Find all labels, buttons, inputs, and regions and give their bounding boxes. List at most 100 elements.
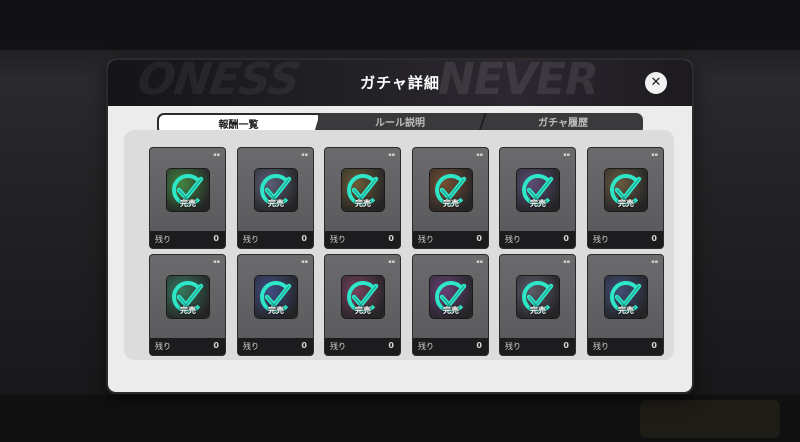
background-top-bar: [0, 0, 800, 50]
reward-item-thumbnail: 完売: [430, 276, 472, 318]
card-tag: ▪▪: [476, 152, 483, 158]
remaining-label: 残り: [593, 342, 609, 351]
tab-label: ルール説明: [375, 118, 425, 129]
remaining-label: 残り: [330, 342, 346, 351]
remaining-label: 残り: [243, 235, 259, 244]
background-decoration: [640, 400, 780, 438]
reward-item-thumbnail: 完売: [255, 276, 297, 318]
card-footer: 残り 0: [588, 231, 663, 248]
reward-card[interactable]: ▪▪ 完売 残り 0: [238, 148, 313, 248]
remaining-count: 0: [651, 234, 657, 243]
card-footer: 残り 0: [238, 231, 313, 248]
reward-card[interactable]: ▪▪ 完売 残り 0: [325, 255, 400, 355]
card-footer: 残り 0: [150, 231, 225, 248]
remaining-count: 0: [563, 341, 569, 350]
card-body: ▪▪ 完売: [325, 255, 400, 338]
card-tag: ▪▪: [301, 259, 308, 265]
card-tag: ▪▪: [563, 259, 570, 265]
card-body: ▪▪ 完売: [238, 148, 313, 231]
card-tag: ▪▪: [563, 152, 570, 158]
sold-out-label: 完売: [443, 199, 459, 208]
card-footer: 残り 0: [325, 231, 400, 248]
card-footer: 残り 0: [238, 338, 313, 355]
reward-card[interactable]: ▪▪ 完売 残り 0: [150, 255, 225, 355]
card-body: ▪▪ 完売: [150, 148, 225, 231]
remaining-count: 0: [651, 341, 657, 350]
card-body: ▪▪ 完売: [413, 255, 488, 338]
reward-card[interactable]: ▪▪ 完売 残り 0: [500, 148, 575, 248]
card-tag: ▪▪: [388, 152, 395, 158]
sold-out-label: 完売: [355, 199, 371, 208]
tab-label: ガチャ履歴: [538, 118, 588, 129]
sold-out-label: 完売: [443, 306, 459, 315]
remaining-label: 残り: [418, 342, 434, 351]
card-tag: ▪▪: [476, 259, 483, 265]
reward-card[interactable]: ▪▪ 完売 残り 0: [588, 148, 663, 248]
card-tag: ▪▪: [388, 259, 395, 265]
reward-item-thumbnail: 完売: [605, 276, 647, 318]
gacha-detail-modal: ONESS NEVER ガチャ詳細 ✕ 報酬一覧 ルール説明 ガチャ履歴 ▪▪: [108, 60, 692, 392]
reward-item-thumbnail: 完売: [167, 276, 209, 318]
reward-item-thumbnail: 完売: [517, 169, 559, 211]
remaining-count: 0: [563, 234, 569, 243]
card-tag: ▪▪: [651, 259, 658, 265]
remaining-label: 残り: [505, 235, 521, 244]
remaining-label: 残り: [243, 342, 259, 351]
card-body: ▪▪ 完売: [500, 255, 575, 338]
remaining-count: 0: [388, 234, 394, 243]
card-body: ▪▪ 完売: [238, 255, 313, 338]
reward-card[interactable]: ▪▪ 完売 残り 0: [413, 255, 488, 355]
reward-item-thumbnail: 完売: [167, 169, 209, 211]
close-icon: ✕: [650, 75, 662, 90]
sold-out-label: 完売: [180, 199, 196, 208]
remaining-label: 残り: [418, 235, 434, 244]
remaining-count: 0: [213, 341, 219, 350]
card-footer: 残り 0: [150, 338, 225, 355]
reward-card[interactable]: ▪▪ 完売 残り 0: [238, 255, 313, 355]
card-body: ▪▪ 完売: [588, 255, 663, 338]
card-footer: 残り 0: [413, 231, 488, 248]
remaining-label: 残り: [155, 342, 171, 351]
sold-out-label: 完売: [180, 306, 196, 315]
reward-item-thumbnail: 完売: [342, 276, 384, 318]
card-tag: ▪▪: [213, 259, 220, 265]
remaining-count: 0: [301, 341, 307, 350]
reward-item-thumbnail: 完売: [342, 169, 384, 211]
card-tag: ▪▪: [213, 152, 220, 158]
modal-title: ガチャ詳細: [360, 74, 440, 92]
remaining-count: 0: [476, 234, 482, 243]
close-button[interactable]: ✕: [645, 72, 667, 94]
reward-item-thumbnail: 完売: [605, 169, 647, 211]
card-body: ▪▪ 完売: [500, 148, 575, 231]
card-body: ▪▪ 完売: [588, 148, 663, 231]
sold-out-label: 完売: [618, 199, 634, 208]
remaining-count: 0: [301, 234, 307, 243]
reward-card[interactable]: ▪▪ 完売 残り 0: [150, 148, 225, 248]
rewards-grid: ▪▪ 完売 残り 0 ▪▪ 完売 残り 0 ▪▪ 完売 残り 0 ▪▪ 完売 残…: [124, 130, 674, 360]
remaining-count: 0: [476, 341, 482, 350]
card-tag: ▪▪: [651, 152, 658, 158]
card-body: ▪▪ 完売: [150, 255, 225, 338]
reward-item-thumbnail: 完売: [517, 276, 559, 318]
reward-card[interactable]: ▪▪ 完売 残り 0: [325, 148, 400, 248]
card-body: ▪▪ 完売: [325, 148, 400, 231]
remaining-count: 0: [213, 234, 219, 243]
sold-out-label: 完売: [530, 306, 546, 315]
remaining-label: 残り: [155, 235, 171, 244]
modal-header: ONESS NEVER ガチャ詳細 ✕: [108, 60, 692, 106]
card-footer: 残り 0: [588, 338, 663, 355]
reward-item-thumbnail: 完売: [255, 169, 297, 211]
card-footer: 残り 0: [500, 338, 575, 355]
remaining-label: 残り: [330, 235, 346, 244]
card-footer: 残り 0: [413, 338, 488, 355]
sold-out-label: 完売: [618, 306, 634, 315]
sold-out-label: 完売: [268, 199, 284, 208]
reward-card[interactable]: ▪▪ 完売 残り 0: [588, 255, 663, 355]
reward-card[interactable]: ▪▪ 完売 残り 0: [413, 148, 488, 248]
remaining-label: 残り: [505, 342, 521, 351]
reward-item-thumbnail: 完売: [430, 169, 472, 211]
card-footer: 残り 0: [325, 338, 400, 355]
card-tag: ▪▪: [301, 152, 308, 158]
card-body: ▪▪ 完売: [413, 148, 488, 231]
reward-card[interactable]: ▪▪ 完売 残り 0: [500, 255, 575, 355]
